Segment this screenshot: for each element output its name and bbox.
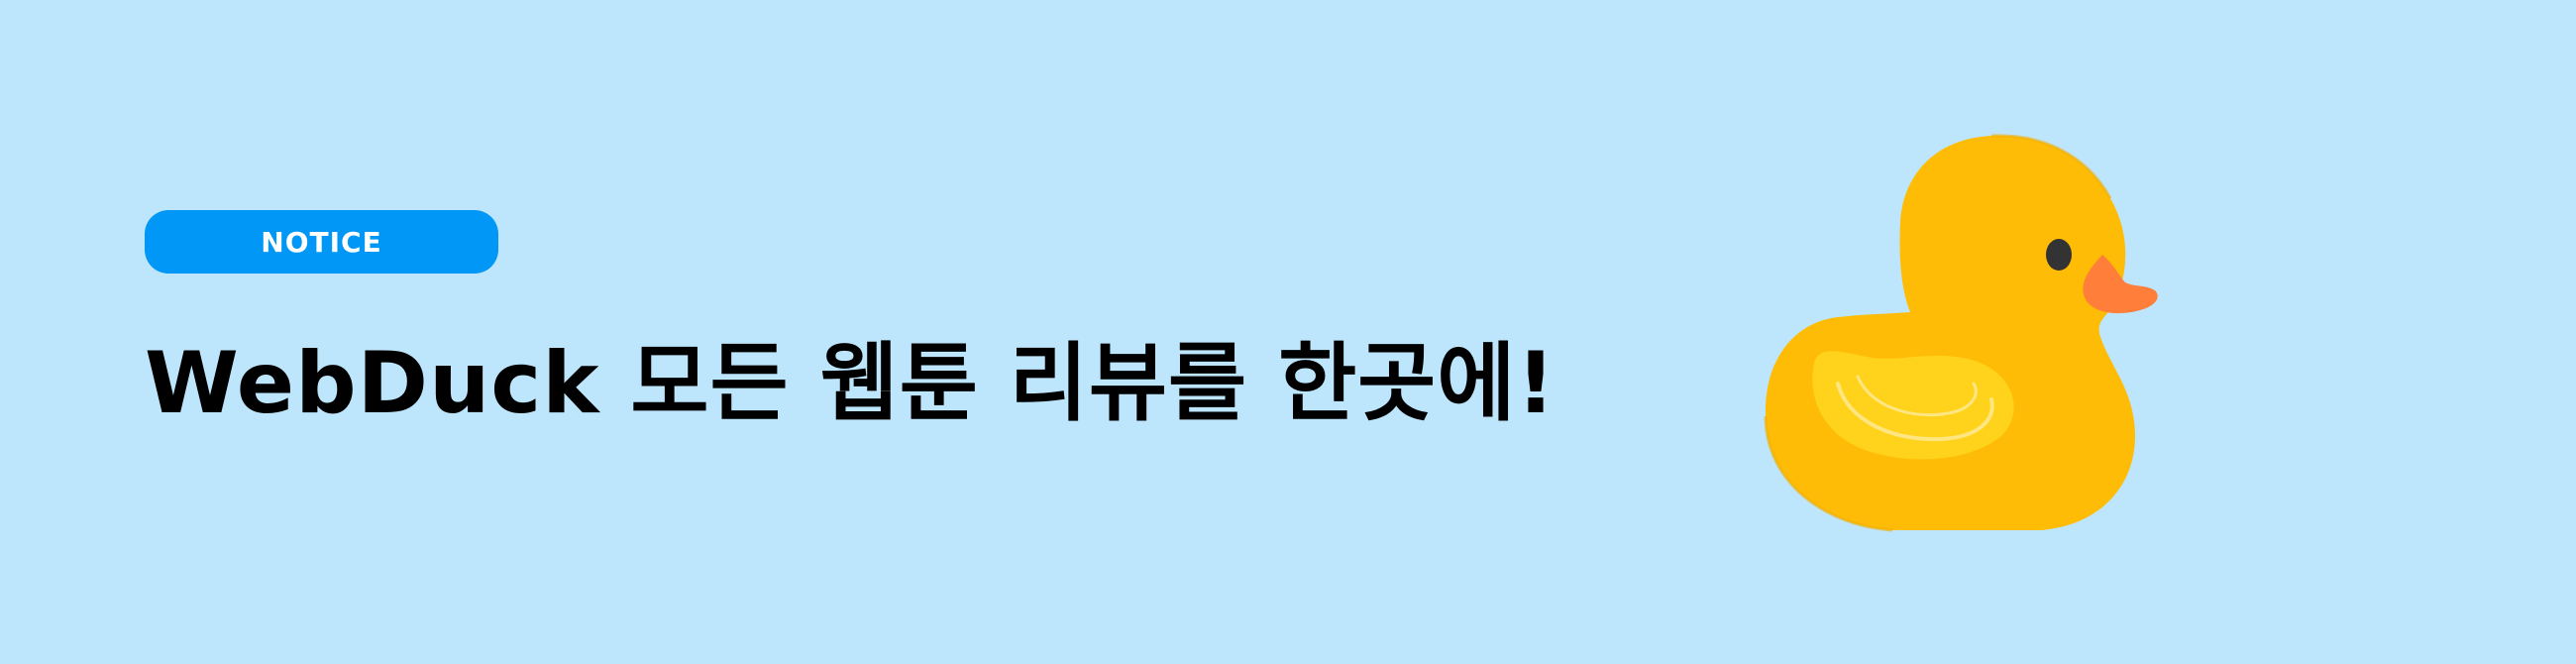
rubber-duck-icon — [1764, 134, 2158, 532]
banner-headline: WebDuck 모든 웹툰 리뷰를 한곳에! — [145, 334, 1556, 433]
notice-badge-label: NOTICE — [261, 225, 382, 259]
duck-body — [1765, 135, 2135, 530]
notice-banner: NOTICE WebDuck 모든 웹툰 리뷰를 한곳에! — [0, 0, 2576, 664]
notice-badge: NOTICE — [145, 210, 498, 274]
duck-eye — [2046, 239, 2072, 271]
